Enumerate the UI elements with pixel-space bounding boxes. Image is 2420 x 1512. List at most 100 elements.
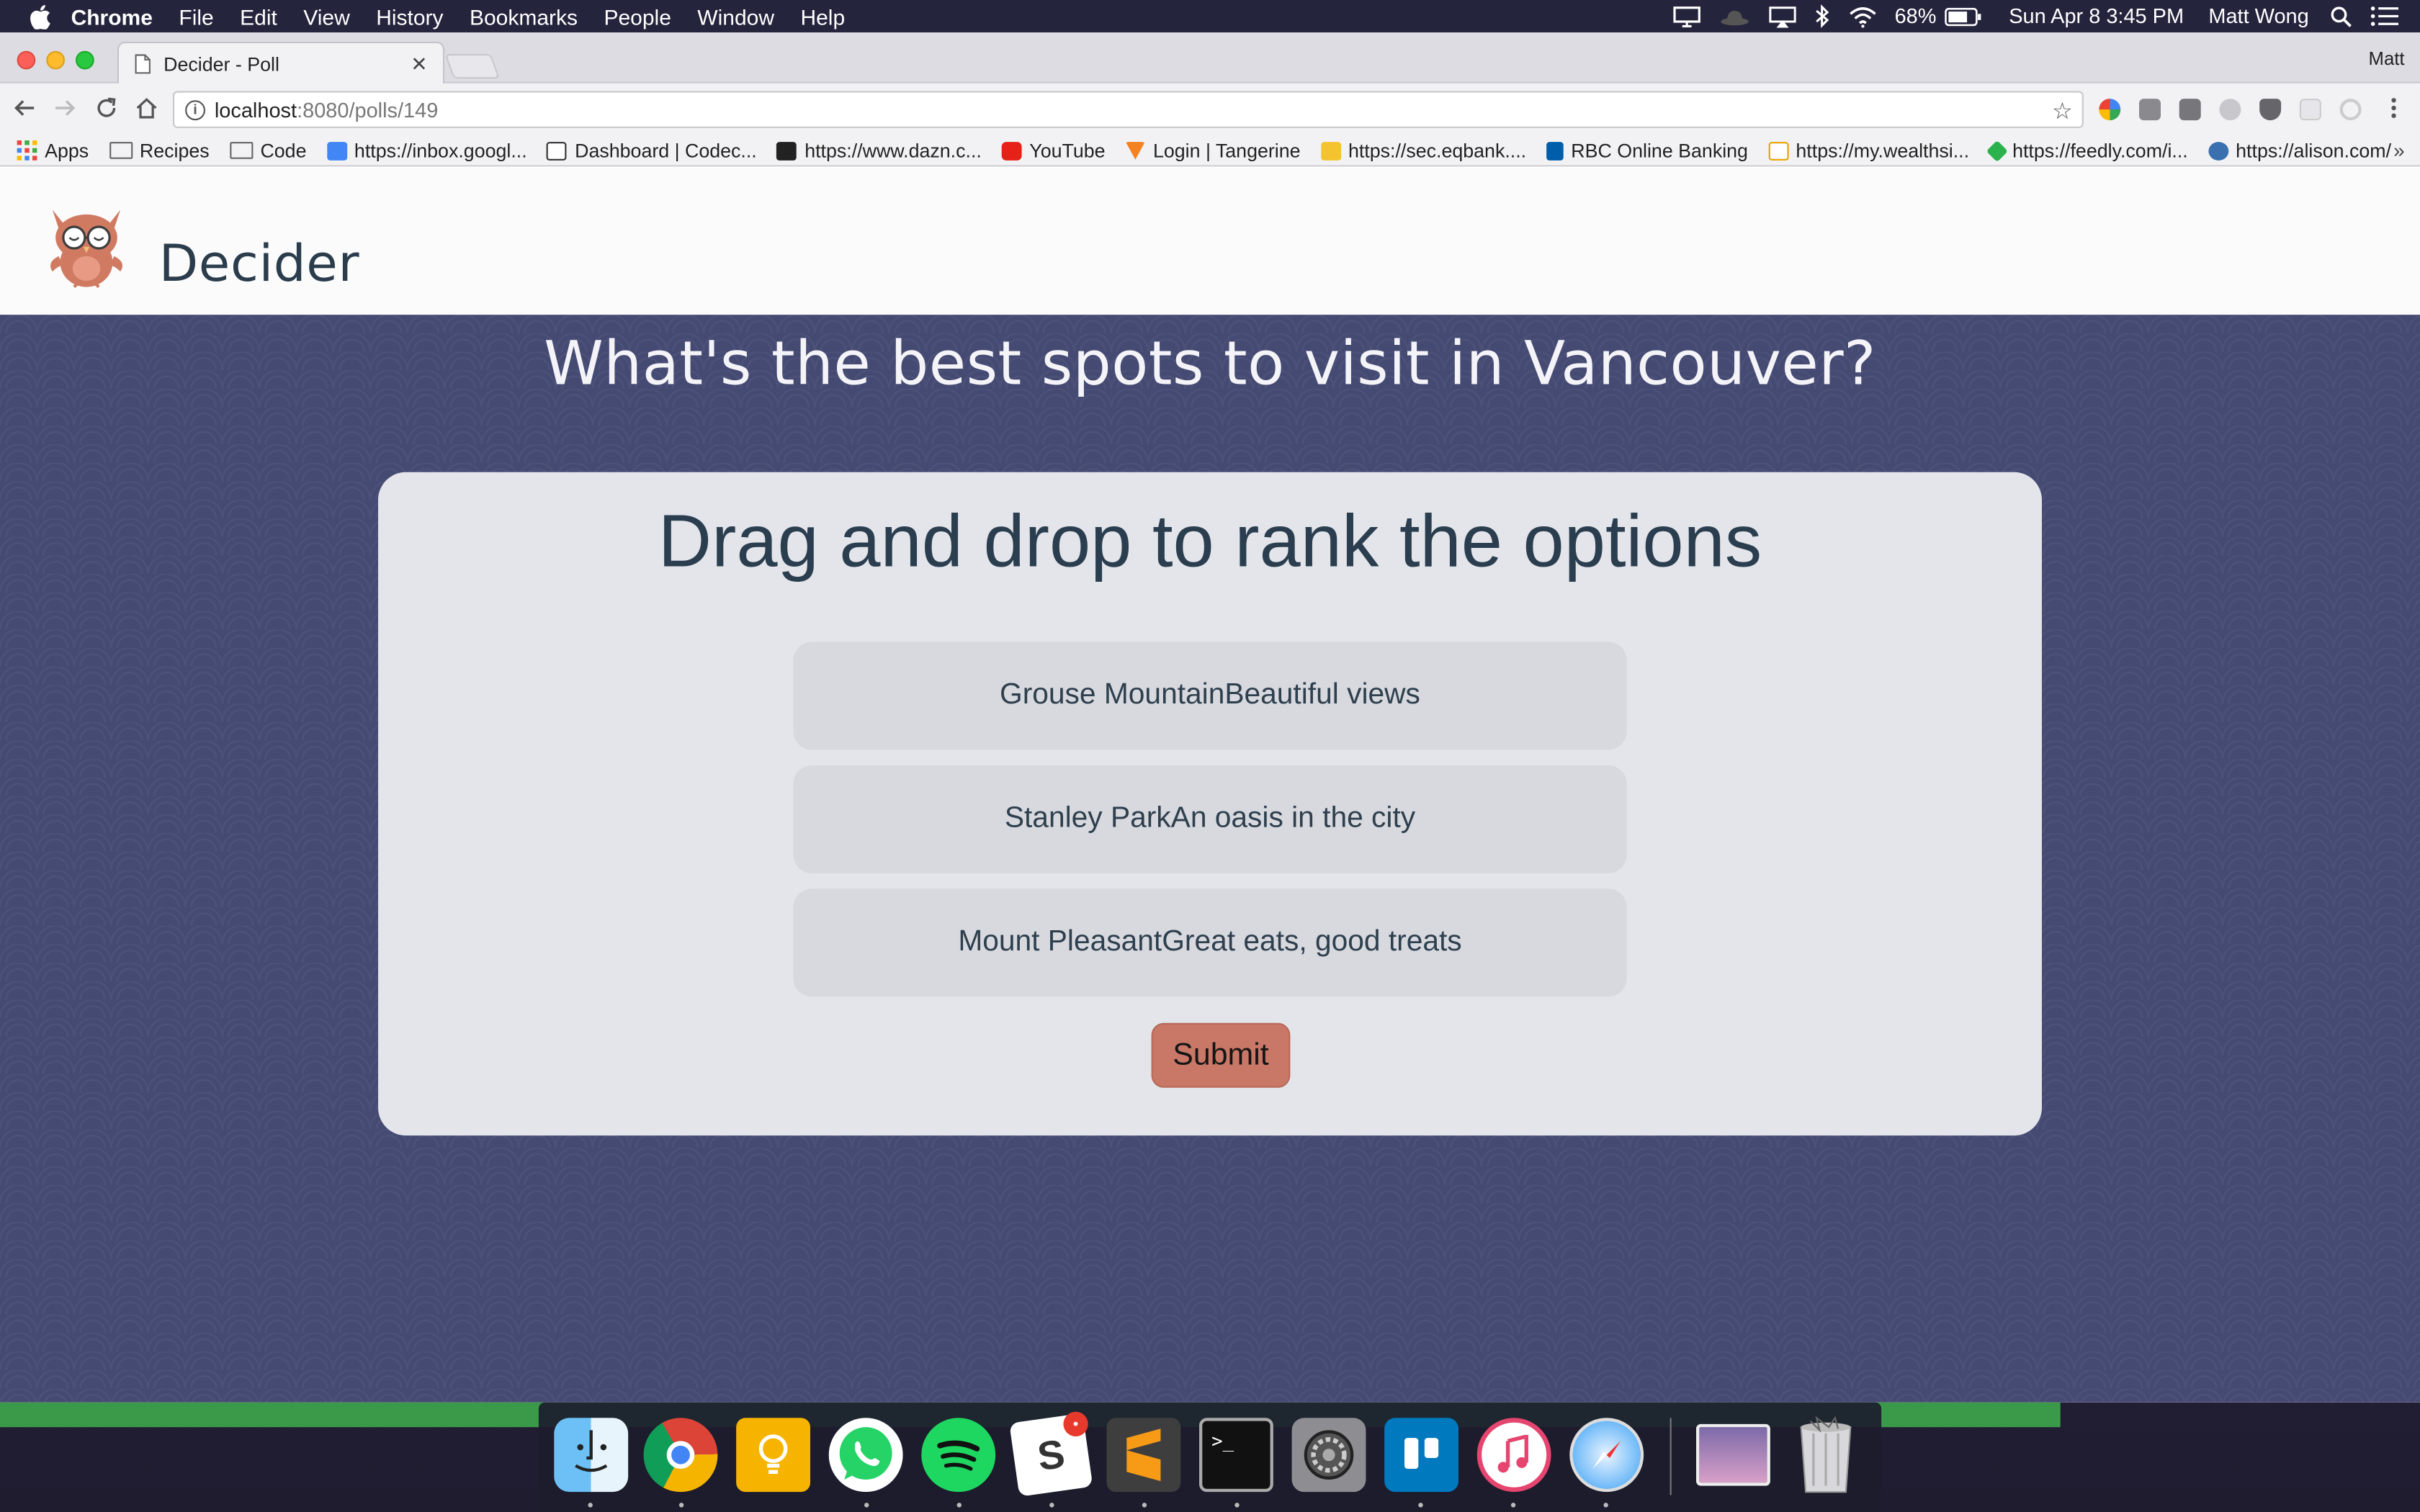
itunes-icon[interactable] bbox=[1476, 1418, 1551, 1493]
keep-icon[interactable] bbox=[736, 1418, 810, 1493]
menu-app-name[interactable]: Chrome bbox=[71, 4, 153, 28]
bookmark-rbc[interactable]: RBC Online Banking bbox=[1546, 140, 1748, 161]
extension-skype-icon[interactable] bbox=[2219, 99, 2241, 121]
spotify-icon[interactable] bbox=[921, 1418, 996, 1493]
battery-icon[interactable] bbox=[1944, 6, 1981, 26]
display-icon[interactable] bbox=[1672, 6, 1700, 27]
bookmark-recipes[interactable]: Recipes bbox=[109, 140, 210, 161]
reload-icon[interactable] bbox=[93, 94, 121, 122]
bookmark-inbox[interactable]: https://inbox.googl... bbox=[326, 140, 527, 161]
bookmark-label: https://my.wealthsi... bbox=[1796, 139, 1970, 161]
extension-pocket-icon[interactable] bbox=[2259, 99, 2282, 121]
apple-icon[interactable] bbox=[28, 4, 53, 29]
inbox-icon bbox=[326, 141, 347, 160]
bookmarks-overflow-icon[interactable]: » bbox=[2393, 139, 2405, 162]
bookmark-apps[interactable]: Apps bbox=[17, 140, 89, 161]
bluetooth-icon[interactable] bbox=[1814, 4, 1829, 28]
trello-icon[interactable] bbox=[1384, 1418, 1458, 1493]
maximize-window-button[interactable] bbox=[76, 50, 94, 70]
profile-name[interactable]: Matt bbox=[2369, 48, 2405, 69]
bookmark-feedly[interactable]: https://feedly.com/i... bbox=[1986, 139, 2188, 162]
option-item-1[interactable]: Grouse MountainBeautiful views bbox=[793, 642, 1627, 750]
wifi-icon[interactable] bbox=[1848, 6, 1876, 27]
user-name[interactable]: Matt Wong bbox=[2208, 4, 2308, 27]
safari-icon[interactable] bbox=[1569, 1418, 1644, 1493]
airplay-icon[interactable] bbox=[1768, 6, 1796, 27]
system-preferences-icon[interactable] bbox=[1291, 1418, 1366, 1493]
home-icon[interactable] bbox=[133, 94, 161, 122]
address-bar[interactable]: i localhost:8080/polls/149 ☆ bbox=[173, 91, 2084, 128]
chrome-icon[interactable] bbox=[643, 1418, 718, 1493]
bookmark-dazn[interactable]: https://www.dazn.c... bbox=[776, 140, 982, 161]
site-info-icon[interactable]: i bbox=[185, 100, 205, 121]
menu-people[interactable]: People bbox=[604, 4, 671, 28]
extension-feedly-icon[interactable] bbox=[2139, 99, 2161, 121]
downloads-stack-icon[interactable] bbox=[1696, 1423, 1770, 1486]
new-tab-button[interactable] bbox=[444, 54, 501, 79]
minimize-window-button[interactable] bbox=[46, 50, 65, 70]
chrome-center-icon bbox=[666, 1441, 695, 1469]
extension-keep-icon[interactable] bbox=[2179, 99, 2201, 121]
sublime-icon[interactable] bbox=[1106, 1418, 1181, 1493]
back-icon[interactable] bbox=[11, 94, 39, 122]
bookmark-tangerine[interactable]: Login | Tangerine bbox=[1125, 139, 1301, 161]
chrome-menu-icon[interactable] bbox=[2380, 94, 2408, 122]
running-indicator bbox=[864, 1503, 869, 1508]
bookmark-label: https://sec.eqbank.... bbox=[1348, 139, 1527, 161]
bookmark-youtube[interactable]: YouTube bbox=[1001, 140, 1106, 161]
dazn-icon bbox=[776, 141, 797, 160]
running-indicator bbox=[1142, 1503, 1147, 1508]
bookmark-code[interactable]: Code bbox=[229, 139, 307, 161]
extension-lastpass-icon[interactable] bbox=[2099, 99, 2121, 121]
codecademy-icon bbox=[547, 141, 568, 160]
bookmark-label: RBC Online Banking bbox=[1571, 139, 1748, 161]
hat-icon[interactable] bbox=[1718, 7, 1749, 26]
menu-edit[interactable]: Edit bbox=[240, 4, 277, 28]
bookmarks-bar: Apps Recipes Code https://inbox.googl...… bbox=[0, 135, 2420, 167]
spotlight-icon[interactable] bbox=[2331, 6, 2352, 27]
dock: S • >_ bbox=[538, 1402, 1882, 1512]
bookmark-label: Code bbox=[260, 139, 307, 161]
option-item-2[interactable]: Stanley ParkAn oasis in the city bbox=[793, 765, 1627, 873]
trash-icon[interactable] bbox=[1789, 1416, 1863, 1493]
page-viewport: Decider What's the best spots to visit i… bbox=[0, 168, 2420, 1403]
menu-view[interactable]: View bbox=[303, 4, 349, 28]
forward-icon[interactable] bbox=[51, 94, 79, 122]
running-indicator bbox=[1234, 1503, 1240, 1508]
bookmark-label: Login | Tangerine bbox=[1152, 139, 1301, 161]
tangerine-icon bbox=[1125, 141, 1146, 160]
extension-blank-icon[interactable] bbox=[2299, 99, 2321, 121]
option-item-3[interactable]: Mount PleasantGreat eats, good treats bbox=[793, 888, 1627, 997]
site-header: Decider bbox=[0, 168, 2420, 315]
close-window-button[interactable] bbox=[17, 50, 36, 70]
close-tab-icon[interactable]: ✕ bbox=[411, 53, 427, 77]
tab-title: Decider - Poll bbox=[163, 53, 279, 75]
menu-bookmarks[interactable]: Bookmarks bbox=[470, 4, 578, 28]
finder-icon[interactable] bbox=[554, 1418, 629, 1493]
bookmark-eqbank[interactable]: https://sec.eqbank.... bbox=[1320, 140, 1526, 161]
poll-question: What's the best spots to visit in Vancou… bbox=[544, 330, 1876, 400]
bookmark-alison[interactable]: https://alison.com/ bbox=[2208, 140, 2391, 161]
bookmark-codecademy[interactable]: Dashboard | Codec... bbox=[547, 140, 757, 161]
terminal-icon[interactable]: >_ bbox=[1199, 1418, 1273, 1493]
bookmark-wealthsimple[interactable]: https://my.wealthsi... bbox=[1767, 139, 1970, 161]
tab-decider-poll[interactable]: Decider - Poll ✕ bbox=[117, 41, 445, 85]
submit-button[interactable]: Submit bbox=[1151, 1022, 1291, 1088]
notification-center-icon[interactable] bbox=[2370, 6, 2398, 27]
running-indicator bbox=[588, 1503, 593, 1508]
running-indicator bbox=[1418, 1503, 1423, 1508]
bookmark-star-icon[interactable]: ☆ bbox=[2052, 97, 2073, 125]
ranking-instruction: Drag and drop to rank the options bbox=[658, 501, 1762, 583]
brand-name[interactable]: Decider bbox=[159, 233, 359, 294]
menu-history[interactable]: History bbox=[376, 4, 443, 28]
owl-logo-icon[interactable] bbox=[43, 201, 130, 290]
menu-file[interactable]: File bbox=[179, 4, 213, 28]
menu-window[interactable]: Window bbox=[697, 4, 774, 28]
apps-grid-icon bbox=[17, 140, 37, 161]
clock[interactable]: Sun Apr 8 3:45 PM bbox=[2009, 4, 2184, 27]
extension-refresh-icon[interactable] bbox=[2339, 99, 2362, 121]
menu-help[interactable]: Help bbox=[800, 4, 845, 28]
running-indicator bbox=[1603, 1503, 1608, 1508]
browser-window: Decider - Poll ✕ Matt i localhost:8080/p… bbox=[0, 32, 2420, 1403]
whatsapp-icon[interactable] bbox=[828, 1418, 903, 1493]
